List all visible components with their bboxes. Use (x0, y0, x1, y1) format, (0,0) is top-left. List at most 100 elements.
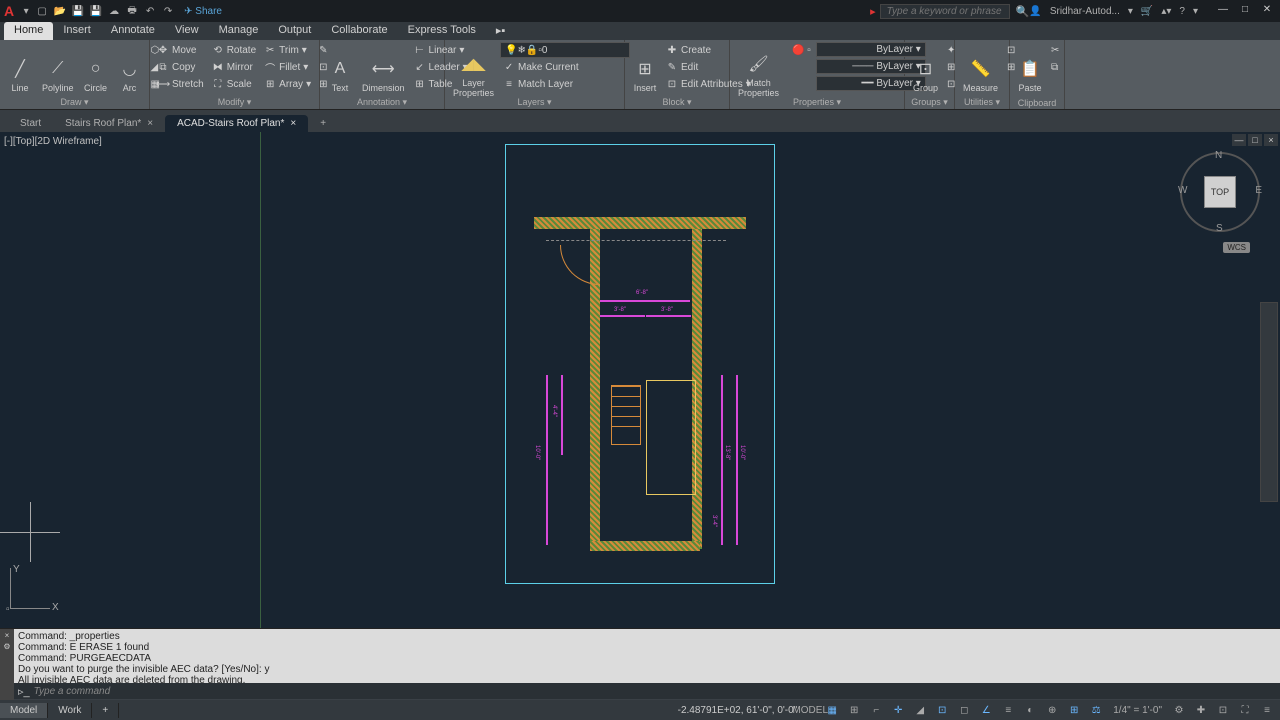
cycling-icon[interactable]: ⊕ (1043, 702, 1061, 718)
clean-screen-icon[interactable]: ⛶ (1236, 702, 1254, 718)
dynamic-input-icon[interactable]: ⊞ (1065, 702, 1083, 718)
osnap-icon[interactable]: ⊡ (933, 702, 951, 718)
document-tabs: Start Stairs Roof Plan* × ACAD-Stairs Ro… (0, 110, 1280, 132)
tab-home[interactable]: Home (4, 22, 53, 40)
close-button[interactable]: ✕ (1258, 4, 1276, 18)
move-button[interactable]: ✥Move (154, 42, 207, 58)
snap-icon[interactable]: ⊞ (845, 702, 863, 718)
search-icon[interactable]: 🔍 (1016, 5, 1030, 18)
customize-icon[interactable]: ≡ (1258, 702, 1276, 718)
hardware-accel-icon[interactable]: ⊡ (1214, 702, 1232, 718)
vp-close[interactable]: × (1264, 134, 1278, 146)
layer-dropdown[interactable]: 💡❄🔒▫ 0 (500, 42, 630, 58)
saveas-icon[interactable]: 💾 (88, 3, 104, 19)
plot-icon[interactable]: 🖶 (124, 3, 140, 19)
drawing-canvas[interactable]: [-][Top][2D Wireframe] — □ × 6'-8" 3'-8" (0, 132, 1280, 628)
new-tab-button[interactable]: + (308, 115, 338, 132)
mirror-button[interactable]: ⧓Mirror (209, 59, 259, 75)
user-name[interactable]: Sridhar-Autod... (1050, 6, 1120, 17)
ortho-icon[interactable]: ⌐ (867, 702, 885, 718)
model-tab[interactable]: Model (0, 703, 48, 718)
cut-icon[interactable]: ✂ (1048, 42, 1062, 58)
app-switcher-icon[interactable]: ▴▾ (1161, 6, 1171, 17)
quick-access-toolbar: ▢ 📂 💾 💾 ☁ 🖶 ↶ ↷ (34, 3, 176, 19)
close-tab-icon[interactable]: × (147, 118, 153, 129)
make-current-button[interactable]: ✓Make Current (500, 59, 630, 75)
ucs-icon: Y X ▫ (10, 568, 60, 618)
color-control[interactable]: 🔴 ▫ (789, 42, 814, 58)
copy-button[interactable]: ⧉Copy (154, 59, 207, 75)
scale-display[interactable]: 1/4" = 1'-0" (1109, 702, 1166, 718)
status-bar: Model Work + -2.48791E+02, 61'-0", 0'-0"… (0, 700, 1280, 720)
panel-block-label[interactable]: Block ▾ (625, 97, 729, 108)
share-link[interactable]: ✈ Share (184, 6, 222, 17)
match-layer-button[interactable]: ≡Match Layer (500, 76, 630, 92)
polar-icon[interactable]: ✛ (889, 702, 907, 718)
workspace-icon[interactable]: ⚙ (1170, 702, 1188, 718)
minimize-button[interactable]: — (1214, 4, 1232, 18)
array-button[interactable]: ⊞Array ▾ (261, 76, 314, 92)
panel-annotation-label[interactable]: Annotation ▾ (320, 97, 444, 108)
command-window-handle[interactable]: ×⚙ (0, 629, 14, 701)
panel-clipboard-label: Clipboard (1010, 98, 1064, 108)
help-icon[interactable]: ? (1179, 6, 1185, 17)
iso-icon[interactable]: ◢ (911, 702, 929, 718)
transparency-icon[interactable]: ◐ (1021, 702, 1039, 718)
web-icon[interactable]: ☁ (106, 3, 122, 19)
tab-collaborate[interactable]: Collaborate (321, 22, 397, 40)
save-icon[interactable]: 💾 (70, 3, 86, 19)
panel-properties-label[interactable]: Properties ▾ (730, 97, 904, 108)
scale-button[interactable]: ⛶Scale (209, 76, 259, 92)
command-history[interactable]: Command: _properties Command: E ERASE 1 … (14, 629, 1280, 683)
add-layout-button[interactable]: + (92, 703, 119, 718)
tab-annotate[interactable]: Annotate (101, 22, 165, 40)
panel-groups-label[interactable]: Groups ▾ (905, 97, 954, 108)
grid-icon[interactable]: ▦ (823, 702, 841, 718)
panel-utilities-label[interactable]: Utilities ▾ (955, 97, 1009, 108)
tab-output[interactable]: Output (268, 22, 321, 40)
annoscale-icon[interactable]: ⚖ (1087, 702, 1105, 718)
viewport-controls[interactable]: [-][Top][2D Wireframe] (4, 136, 102, 147)
vp-maximize[interactable]: □ (1248, 134, 1262, 146)
command-input[interactable]: ▹_ Type a command (14, 683, 1280, 699)
rec-icon: ▸ (870, 5, 876, 18)
rotate-button[interactable]: ⟲Rotate (209, 42, 259, 58)
3dosnap-icon[interactable]: ◻ (955, 702, 973, 718)
viewcube-top[interactable]: TOP (1204, 176, 1236, 208)
navigation-bar[interactable] (1260, 302, 1278, 502)
cart-icon[interactable]: 🛒 (1141, 6, 1153, 17)
panel-modify-label[interactable]: Modify ▾ (150, 97, 319, 108)
tab-express[interactable]: Express Tools (398, 22, 486, 40)
panel-draw-label[interactable]: Draw ▾ (0, 97, 149, 108)
open-icon[interactable]: 📂 (52, 3, 68, 19)
annotation-monitor-icon[interactable]: ✚ (1192, 702, 1210, 718)
close-tab-icon[interactable]: × (290, 118, 296, 129)
tab-insert[interactable]: Insert (53, 22, 101, 40)
trim-button[interactable]: ✂Trim ▾ (261, 42, 314, 58)
redo-icon[interactable]: ↷ (160, 3, 176, 19)
start-tab[interactable]: Start (8, 115, 53, 132)
stretch-button[interactable]: ⟷Stretch (154, 76, 207, 92)
wcs-badge[interactable]: WCS (1223, 242, 1250, 253)
user-icon[interactable]: 👤 (1029, 6, 1041, 17)
doc-tab-2[interactable]: ACAD-Stairs Roof Plan* × (165, 115, 308, 132)
maximize-button[interactable]: □ (1236, 4, 1254, 18)
fillet-button[interactable]: ⌒Fillet ▾ (261, 59, 314, 75)
vp-minimize[interactable]: — (1232, 134, 1246, 146)
view-cube[interactable]: TOP N S E W (1180, 152, 1260, 232)
otrack-icon[interactable]: ∠ (977, 702, 995, 718)
doc-tab-1[interactable]: Stairs Roof Plan* × (53, 115, 165, 132)
model-space-button[interactable]: MODEL (801, 702, 819, 718)
tab-manage[interactable]: Manage (209, 22, 269, 40)
work-tab[interactable]: Work (48, 703, 92, 718)
lineweight-icon[interactable]: ≡ (999, 702, 1017, 718)
search-input[interactable] (880, 4, 1010, 19)
panel-layers-label[interactable]: Layers ▾ (445, 97, 624, 108)
copy-clip-icon[interactable]: ⧉ (1048, 59, 1062, 75)
new-icon[interactable]: ▢ (34, 3, 50, 19)
undo-icon[interactable]: ↶ (142, 3, 158, 19)
tab-featured[interactable]: ▸▪ (486, 22, 515, 40)
qat-dropdown[interactable]: ▾ (18, 3, 34, 19)
app-logo: A (4, 3, 14, 19)
tab-view[interactable]: View (165, 22, 209, 40)
